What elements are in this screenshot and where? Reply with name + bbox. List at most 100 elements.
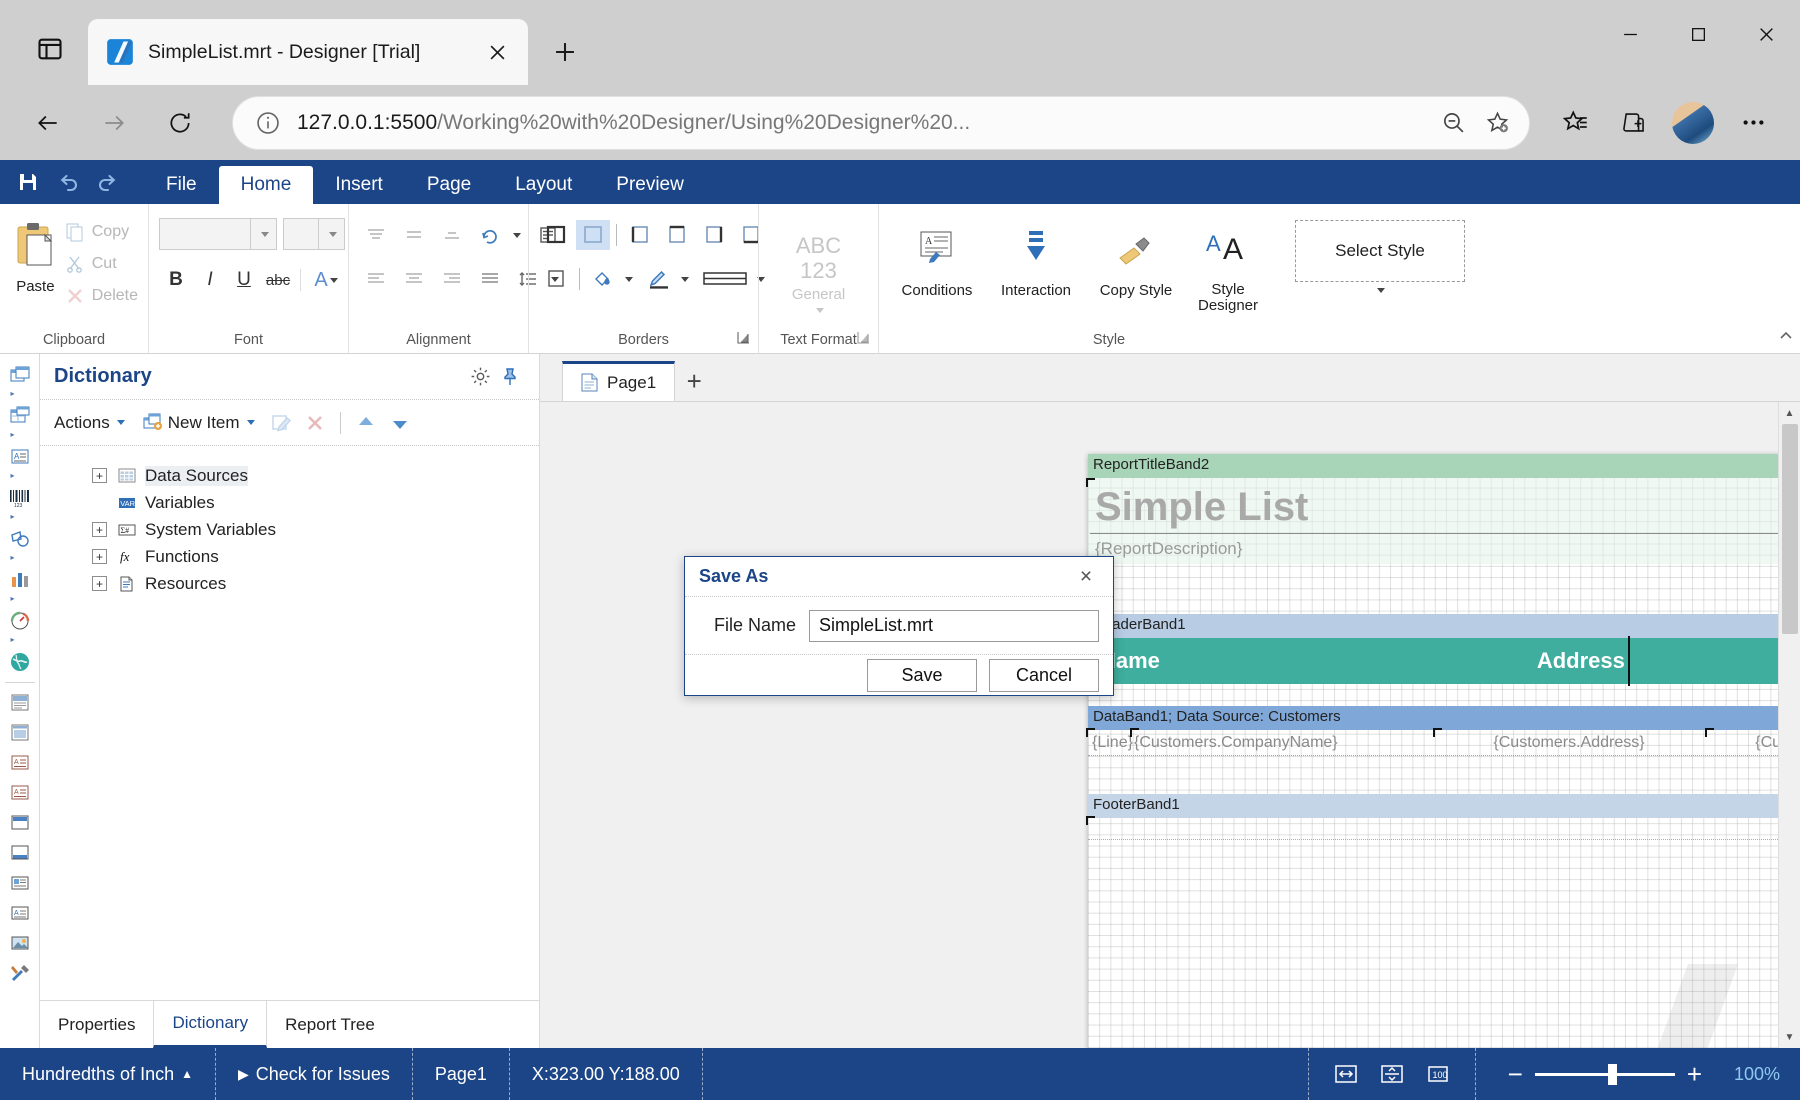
info-icon[interactable]	[255, 110, 281, 136]
style-designer-button[interactable]: AA Style Designer	[1185, 214, 1271, 314]
sub-report-icon[interactable]	[2, 838, 38, 868]
delete-icon[interactable]	[301, 409, 329, 437]
font-size-select[interactable]	[283, 218, 345, 250]
tree-node-system-variables[interactable]: + Σ# System Variables	[40, 516, 539, 543]
zoom-out-button[interactable]: −	[1496, 1061, 1535, 1087]
close-icon[interactable]	[480, 35, 514, 69]
scroll-up-icon[interactable]: ▲	[1779, 402, 1800, 424]
tree-node-resources[interactable]: + Resources	[40, 570, 539, 597]
border-top-button[interactable]	[660, 220, 694, 250]
save-as-dialog[interactable]: Save As × File Name Save Cancel	[684, 556, 1114, 696]
bold-button[interactable]: B	[159, 264, 193, 296]
close-icon[interactable]: ×	[1073, 564, 1099, 590]
table-expand-icon[interactable]: ▸	[2, 431, 38, 442]
cancel-button[interactable]: Cancel	[989, 659, 1099, 692]
zoom-slider-thumb[interactable]	[1608, 1064, 1617, 1085]
expand-icon[interactable]: +	[92, 576, 107, 591]
expand-icon[interactable]: +	[92, 522, 107, 537]
more-options-icon[interactable]	[1726, 96, 1780, 150]
component-description[interactable]: {ReportDescription}	[1090, 536, 1800, 562]
avatar[interactable]	[1672, 102, 1714, 144]
actions-menu[interactable]: Actions	[54, 413, 125, 433]
band-footer-body[interactable]	[1088, 818, 1800, 840]
page-tab-page1[interactable]: Page1	[562, 361, 675, 401]
scroll-thumb[interactable]	[1782, 424, 1798, 634]
ribbon-tab-layout[interactable]: Layout	[493, 166, 594, 204]
favorites-icon[interactable]	[1548, 96, 1602, 150]
back-arrow-icon[interactable]	[20, 95, 76, 151]
footer-band-icon[interactable]: A	[2, 778, 38, 808]
border-box-button[interactable]	[539, 264, 573, 294]
page-header-band-icon[interactable]	[2, 718, 38, 748]
tree-node-data-sources[interactable]: + Data Sources	[40, 462, 539, 489]
browser-tab[interactable]: SimpleList.mrt - Designer [Trial]	[88, 19, 528, 85]
fill-color-button[interactable]	[586, 264, 620, 294]
copy-style-button[interactable]: Copy Style	[1087, 214, 1185, 299]
delete-button[interactable]: Delete	[65, 280, 138, 312]
sidebar-toggle-icon[interactable]	[22, 21, 78, 77]
font-color-button[interactable]: A	[306, 264, 346, 296]
units-selector[interactable]: Hundredths of Inch ▲	[0, 1048, 216, 1100]
chart-expand-icon[interactable]: ▸	[2, 595, 38, 606]
zoom-slider[interactable]	[1535, 1073, 1675, 1076]
panel-icon[interactable]	[2, 808, 38, 838]
border-style-button[interactable]	[698, 264, 752, 294]
minimize-icon[interactable]	[1596, 0, 1664, 68]
font-family-select[interactable]	[159, 218, 277, 250]
data-band-icon[interactable]	[2, 360, 38, 390]
redo-icon[interactable]	[88, 162, 128, 202]
pin-icon[interactable]	[495, 362, 525, 392]
text-rotation-button[interactable]	[473, 220, 507, 250]
new-tab-icon[interactable]	[542, 29, 588, 75]
component-title[interactable]: Simple List	[1090, 480, 1800, 534]
tab-report-tree[interactable]: Report Tree	[267, 1001, 393, 1048]
border-none-button[interactable]	[576, 220, 610, 250]
zoom-out-icon[interactable]	[1431, 101, 1475, 145]
save-icon[interactable]	[8, 162, 48, 202]
cut-button[interactable]: Cut	[65, 248, 138, 280]
border-left-button[interactable]	[623, 220, 657, 250]
move-up-icon[interactable]	[352, 409, 380, 437]
interaction-button[interactable]: Interaction	[985, 214, 1087, 299]
align-middle-button[interactable]	[397, 220, 431, 250]
window-close-icon[interactable]	[1732, 0, 1800, 68]
conditions-button[interactable]: A Conditions	[889, 214, 985, 299]
zoom-in-button[interactable]: +	[1675, 1061, 1714, 1087]
maximize-icon[interactable]	[1664, 0, 1732, 68]
barcode-icon[interactable]: 123	[2, 483, 38, 513]
text-expand-icon[interactable]: ▸	[2, 472, 38, 483]
band-footer[interactable]: FooterBand1	[1088, 794, 1800, 818]
header-band-icon[interactable]: A	[2, 748, 38, 778]
rich-text-icon[interactable]	[2, 868, 38, 898]
ribbon-tab-file[interactable]: File	[144, 166, 219, 204]
text-format-dialog-launcher-icon[interactable]	[857, 331, 870, 349]
expand-icon[interactable]: +	[92, 468, 107, 483]
scroll-down-icon[interactable]: ▼	[1779, 1026, 1800, 1048]
ribbon-tab-page[interactable]: Page	[405, 166, 493, 204]
band-report-title[interactable]: ReportTitleBand2	[1088, 454, 1800, 478]
undo-icon[interactable]	[48, 162, 88, 202]
gear-icon[interactable]	[465, 362, 495, 392]
band-data[interactable]: DataBand1; Data Source: Customers	[1088, 706, 1800, 730]
collections-icon[interactable]	[1606, 96, 1660, 150]
report-title-band-icon[interactable]	[2, 688, 38, 718]
check-for-issues-button[interactable]: ▶ Check for Issues	[216, 1048, 413, 1100]
fit-width-icon[interactable]	[1331, 1059, 1361, 1089]
strikethrough-button[interactable]: abc	[261, 264, 295, 296]
tools-icon[interactable]	[2, 958, 38, 988]
borders-dialog-launcher-icon[interactable]	[737, 331, 750, 349]
ribbon-tab-home[interactable]: Home	[219, 166, 314, 204]
gauge-icon[interactable]	[2, 606, 38, 636]
shape-expand-icon[interactable]: ▸	[2, 554, 38, 565]
border-all-button[interactable]	[539, 220, 573, 250]
table-icon[interactable]	[2, 401, 38, 431]
ribbon-tab-insert[interactable]: Insert	[313, 166, 405, 204]
text-format-preview[interactable]: ABC 123	[796, 233, 841, 284]
align-center-button[interactable]	[397, 264, 431, 294]
italic-button[interactable]: I	[193, 264, 227, 296]
forward-arrow-icon[interactable]	[86, 95, 142, 151]
border-color-button[interactable]	[642, 264, 676, 294]
address-bar[interactable]: 127.0.0.1:5500/Working%20with%20Designer…	[232, 96, 1530, 150]
design-canvas[interactable]: ReportTitleBand2 Simple List Stimulsoft …	[540, 402, 1800, 1048]
header-columns-row[interactable]: Name Address Phone Contact	[1088, 638, 1800, 684]
